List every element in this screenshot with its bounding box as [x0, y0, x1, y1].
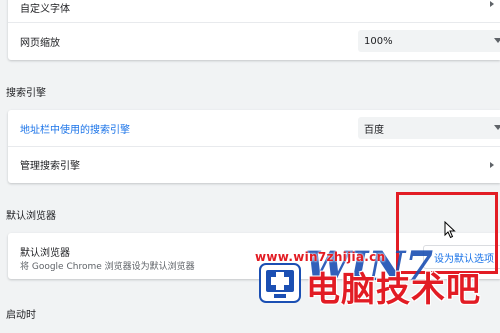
- manage-search-engines-label: 管理搜索引擎: [20, 161, 80, 172]
- page-zoom-value: 100%: [364, 35, 393, 47]
- chevron-right-icon: [490, 162, 494, 168]
- default-browser-title: 默认浏览器: [20, 248, 70, 259]
- watermark-logo-icon: [259, 263, 301, 303]
- default-browser-section-title: 默认浏览器: [6, 211, 56, 222]
- chevron-down-icon: [494, 38, 500, 43]
- appearance-card: 自定义字体 网页缩放 100%: [8, 0, 500, 60]
- search-engine-card: 地址栏中使用的搜索引擎 百度 管理搜索引擎: [8, 110, 500, 183]
- page-zoom-label: 网页缩放: [20, 38, 60, 49]
- search-engine-select[interactable]: 百度: [358, 117, 500, 139]
- chevron-down-icon: [494, 125, 500, 130]
- startup-section-title: 启动时: [6, 310, 36, 321]
- watermark-brand: 电脑技术吧: [306, 270, 481, 310]
- custom-fonts-label: 自定义字体: [20, 3, 70, 15]
- address-bar-engine-label[interactable]: 地址栏中使用的搜索引擎: [20, 121, 130, 136]
- page-zoom-select[interactable]: 100%: [358, 30, 500, 52]
- mouse-cursor-icon: [444, 221, 456, 239]
- page-zoom-row: 网页缩放 100%: [8, 22, 500, 60]
- search-engine-section-title: 搜索引擎: [6, 88, 46, 99]
- manage-search-engines-row[interactable]: 管理搜索引擎: [8, 146, 500, 182]
- search-engine-value: 百度: [364, 124, 384, 136]
- address-bar-engine-row: 地址栏中使用的搜索引擎 百度: [8, 110, 500, 146]
- default-browser-subtitle: 将 Google Chrome 浏览器设为默认浏览器: [20, 262, 195, 272]
- chevron-right-icon: [490, 1, 494, 7]
- custom-fonts-row[interactable]: 自定义字体: [8, 0, 500, 22]
